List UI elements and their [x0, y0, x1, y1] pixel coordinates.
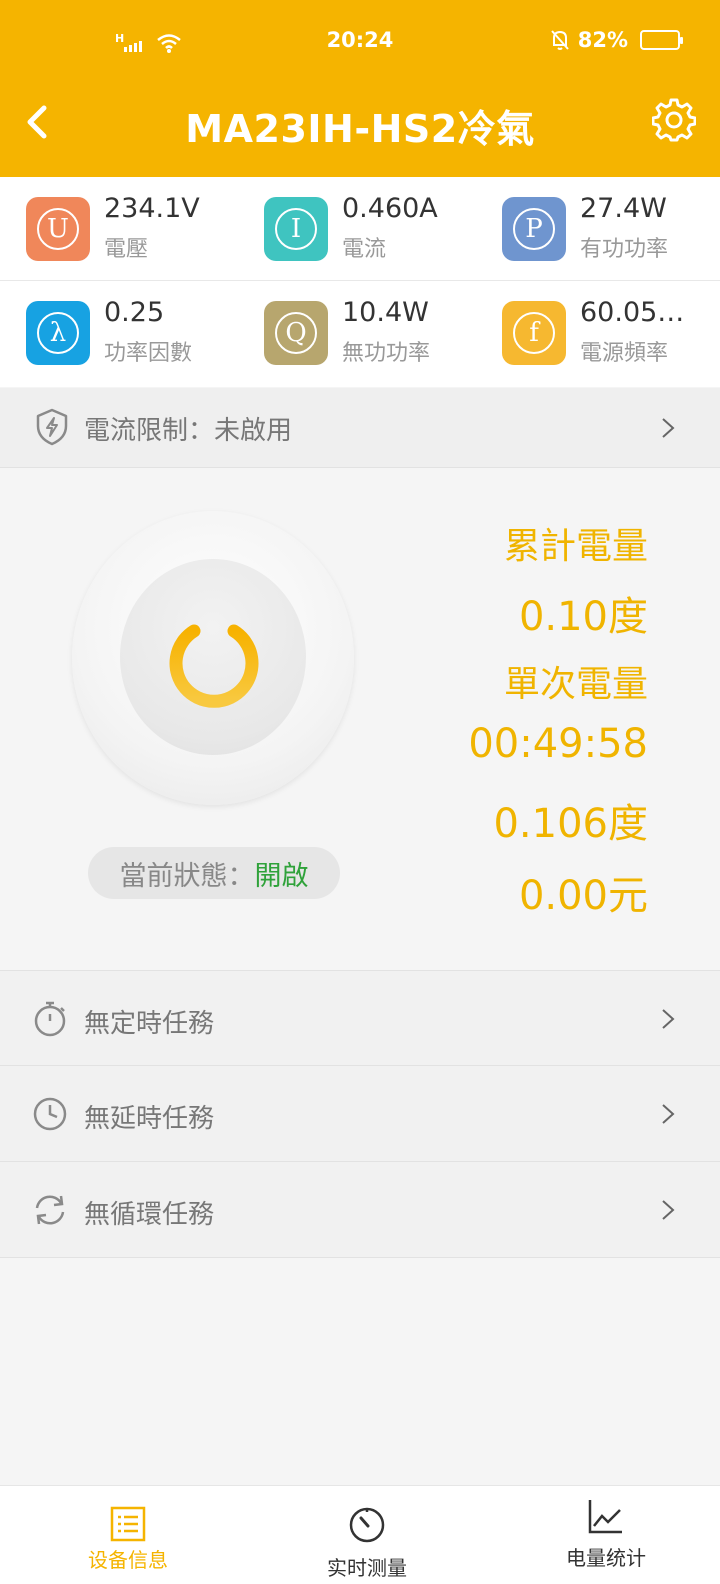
clock-icon [33, 1097, 67, 1131]
tab-realtime-label: 实时测量 [327, 1556, 407, 1580]
power-factor-label: 功率因數 [104, 341, 193, 366]
task-list: 無定時任務 無延時任務 無循環任務 [0, 970, 720, 1258]
frequency-value: 60.05… [580, 297, 685, 328]
chevron-right-icon [662, 418, 675, 438]
current-icon: I [264, 197, 328, 261]
metric-reactive-power: Q 10.4W 無功功率 [264, 297, 494, 366]
nav-bar: MA23IH-HS2冷氣 [0, 92, 720, 152]
tab-realtime[interactable]: 实时测量 [247, 1486, 487, 1584]
frequency-icon: f [502, 301, 566, 365]
current-limit-row[interactable]: 電流限制：未啟用 [0, 388, 720, 468]
metrics-panel: U 234.1V 電壓 I 0.460A 電流 P 27.4W 有功功率 λ 0… [0, 177, 720, 387]
single-duration: 00:49:58 [468, 721, 648, 767]
timer-task-label: 無定時任務 [84, 1009, 215, 1039]
metric-power-factor: λ 0.25 功率因數 [26, 297, 256, 366]
battery-percent: 82% [577, 28, 628, 52]
power-button-inner [120, 559, 306, 755]
tab-energy-stats-label: 电量统计 [566, 1546, 646, 1570]
metrics-row-1: U 234.1V 電壓 I 0.460A 電流 P 27.4W 有功功率 [0, 177, 720, 281]
single-energy-label: 單次電量 [503, 664, 648, 705]
main-panel: 當前狀態： 開啟 累計電量 0.10度 單次電量 00:49:58 0.106度 … [0, 469, 720, 969]
tab-energy-stats[interactable]: 电量统计 [486, 1486, 720, 1584]
settings-button[interactable] [651, 98, 697, 142]
chevron-right-icon [662, 1200, 675, 1220]
single-energy-value: 0.106度 [493, 801, 648, 847]
active-power-icon: P [502, 197, 566, 261]
mute-bell-icon [550, 30, 569, 50]
current-state-pill: 當前狀態： 開啟 [88, 847, 340, 899]
loop-task-label: 無循環任務 [84, 1200, 215, 1230]
battery-icon [640, 30, 683, 50]
metric-active-power: P 27.4W 有功功率 [502, 193, 720, 262]
state-label: 當前狀態： [119, 860, 255, 892]
list-icon [110, 1506, 146, 1542]
tab-device-info[interactable]: 设备信息 [8, 1486, 248, 1584]
frequency-label: 電源頻率 [580, 341, 669, 366]
reactive-power-label: 無功功率 [342, 341, 431, 366]
page-title: MA23IH-HS2冷氣 [185, 107, 535, 151]
loop-task-row[interactable]: 無循環任務 [0, 1162, 720, 1258]
current-limit-text: 電流限制：未啟用 [84, 410, 292, 447]
power-factor-value: 0.25 [104, 297, 165, 328]
metric-current: I 0.460A 電流 [264, 193, 494, 262]
voltage-label: 電壓 [104, 237, 149, 262]
metric-frequency: f 60.05… 電源頻率 [502, 297, 720, 366]
bottom-tab-bar: 设备信息 实时测量 电量统计 [0, 1485, 720, 1584]
current-label: 電流 [342, 237, 387, 262]
tab-device-info-label: 设备信息 [88, 1548, 168, 1572]
active-power-label: 有功功率 [580, 237, 669, 262]
active-power-value: 27.4W [580, 193, 667, 224]
power-icon [169, 602, 259, 708]
total-energy-value: 0.10度 [518, 594, 648, 640]
shield-bolt-icon [36, 408, 68, 446]
total-energy-label: 累計電量 [503, 526, 648, 567]
reactive-power-icon: Q [264, 301, 328, 365]
stopwatch-icon [34, 1001, 66, 1037]
state-value: 開啟 [254, 860, 309, 892]
voltage-icon: U [26, 197, 90, 261]
gear-icon [651, 98, 697, 142]
gauge-icon [349, 1507, 385, 1543]
metrics-row-2: λ 0.25 功率因數 Q 10.4W 無功功率 f 60.05… 電源頻率 [0, 281, 720, 385]
power-toggle-button[interactable] [72, 511, 354, 805]
power-factor-icon: λ [26, 301, 90, 365]
status-bar: H 20:24 82% [0, 28, 720, 60]
delay-task-label: 無延時任務 [84, 1104, 215, 1134]
line-chart-icon [588, 1500, 622, 1534]
current-limit-label: 電流限制： [84, 416, 215, 446]
energy-cost: 0.00元 [518, 873, 648, 919]
status-right: 82% [550, 28, 683, 52]
metric-voltage: U 234.1V 電壓 [26, 193, 256, 262]
voltage-value: 234.1V [104, 193, 200, 224]
delay-task-row[interactable]: 無延時任務 [0, 1066, 720, 1162]
reactive-power-value: 10.4W [342, 297, 429, 328]
current-limit-value: 未啟用 [214, 416, 293, 446]
app-header: H 20:24 82% MA23IH-HS2冷氣 [0, 0, 720, 177]
repeat-icon [35, 1195, 65, 1225]
timer-task-row[interactable]: 無定時任務 [0, 970, 720, 1066]
chevron-right-icon [662, 1009, 675, 1029]
chevron-right-icon [662, 1104, 675, 1124]
current-value: 0.460A [342, 193, 438, 224]
